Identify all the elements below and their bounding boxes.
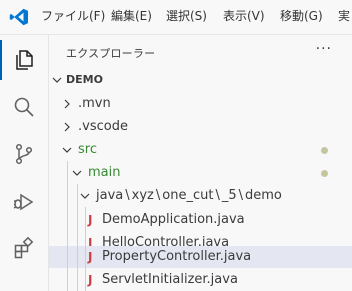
activity-bar [0, 35, 49, 291]
path-segment: one_cut [162, 188, 214, 203]
path-separator: \ [238, 188, 243, 203]
menu-go[interactable]: 移動(G) [280, 8, 323, 25]
chevron-down-icon [72, 170, 82, 176]
activity-source-control[interactable] [0, 134, 48, 174]
tree-item-src[interactable]: src [49, 139, 352, 161]
tree-file-item[interactable]: J DemoApplication.java [49, 209, 352, 231]
package-path: java \ xyz \ one_cut \ _5 \ demo [96, 185, 282, 207]
indent-guide [67, 161, 68, 291]
path-segment: java [96, 188, 124, 203]
file-label: ServletInitializer.java [102, 272, 238, 287]
title-bar: ファイル(F) 編集(E) 選択(S) 表示(V) 移動(G) 実 [0, 0, 352, 35]
menu-view[interactable]: 表示(V) [223, 8, 265, 25]
menu-run[interactable]: 実 [338, 8, 350, 25]
git-modified-dot [321, 147, 328, 154]
tree-file-item-selected[interactable]: J PropertyController.java [49, 246, 352, 268]
extensions-icon [14, 236, 34, 259]
path-separator: \ [155, 188, 161, 203]
indent-guide [85, 207, 86, 291]
indent-guide [77, 184, 78, 291]
folder-label: main [88, 165, 121, 180]
java-file-icon: J [88, 213, 93, 227]
activity-explorer[interactable] [0, 40, 48, 80]
activity-search[interactable] [0, 87, 48, 127]
chevron-right-icon [64, 99, 70, 109]
java-file-icon: J [88, 250, 93, 264]
tree-item-main[interactable]: main [49, 162, 352, 184]
explorer-panel: エクスプローラー ··· DEMO .mvn .vscode src main … [49, 35, 352, 291]
tree-file-item[interactable]: J ServletInitializer.java [49, 269, 352, 291]
file-label: PropertyController.java [102, 249, 252, 264]
chevron-down-icon [80, 193, 90, 199]
menu-file[interactable]: ファイル(F) [41, 8, 105, 25]
source-control-icon [15, 143, 33, 165]
java-file-icon: J [88, 273, 93, 287]
activity-run-debug[interactable] [0, 181, 48, 221]
path-segment: xyz [131, 188, 154, 203]
run-debug-icon [13, 193, 34, 211]
tree-item-mvn[interactable]: .mvn [49, 93, 352, 115]
path-separator: \ [125, 188, 130, 203]
file-label: DemoApplication.java [102, 212, 245, 227]
explorer-icon [16, 50, 33, 70]
menu-edit[interactable]: 編集(E) [111, 8, 152, 25]
tree-item-vscode[interactable]: .vscode [49, 116, 352, 138]
path-separator: \ [215, 188, 220, 203]
path-segment: demo [245, 188, 282, 203]
chevron-down-icon [52, 77, 62, 83]
tree-item-java-package[interactable]: java \ xyz \ one_cut \ _5 \ demo [49, 185, 352, 207]
folder-label: .mvn [78, 96, 111, 111]
root-folder-label: DEMO [66, 73, 103, 86]
more-actions-button[interactable]: ··· [316, 41, 332, 57]
active-indicator [0, 40, 2, 80]
activity-extensions[interactable] [0, 228, 48, 268]
explorer-title: エクスプローラー [66, 47, 156, 60]
menu-selection[interactable]: 選択(S) [166, 8, 207, 25]
vscode-logo-icon [9, 8, 29, 26]
path-segment: _5 [221, 188, 237, 203]
tree-root-demo[interactable]: DEMO [49, 69, 352, 91]
git-modified-dot [321, 170, 328, 177]
folder-label: .vscode [78, 119, 128, 134]
chevron-down-icon [62, 147, 72, 153]
folder-label: src [78, 142, 97, 157]
chevron-right-icon [64, 122, 70, 132]
search-icon [14, 97, 34, 117]
